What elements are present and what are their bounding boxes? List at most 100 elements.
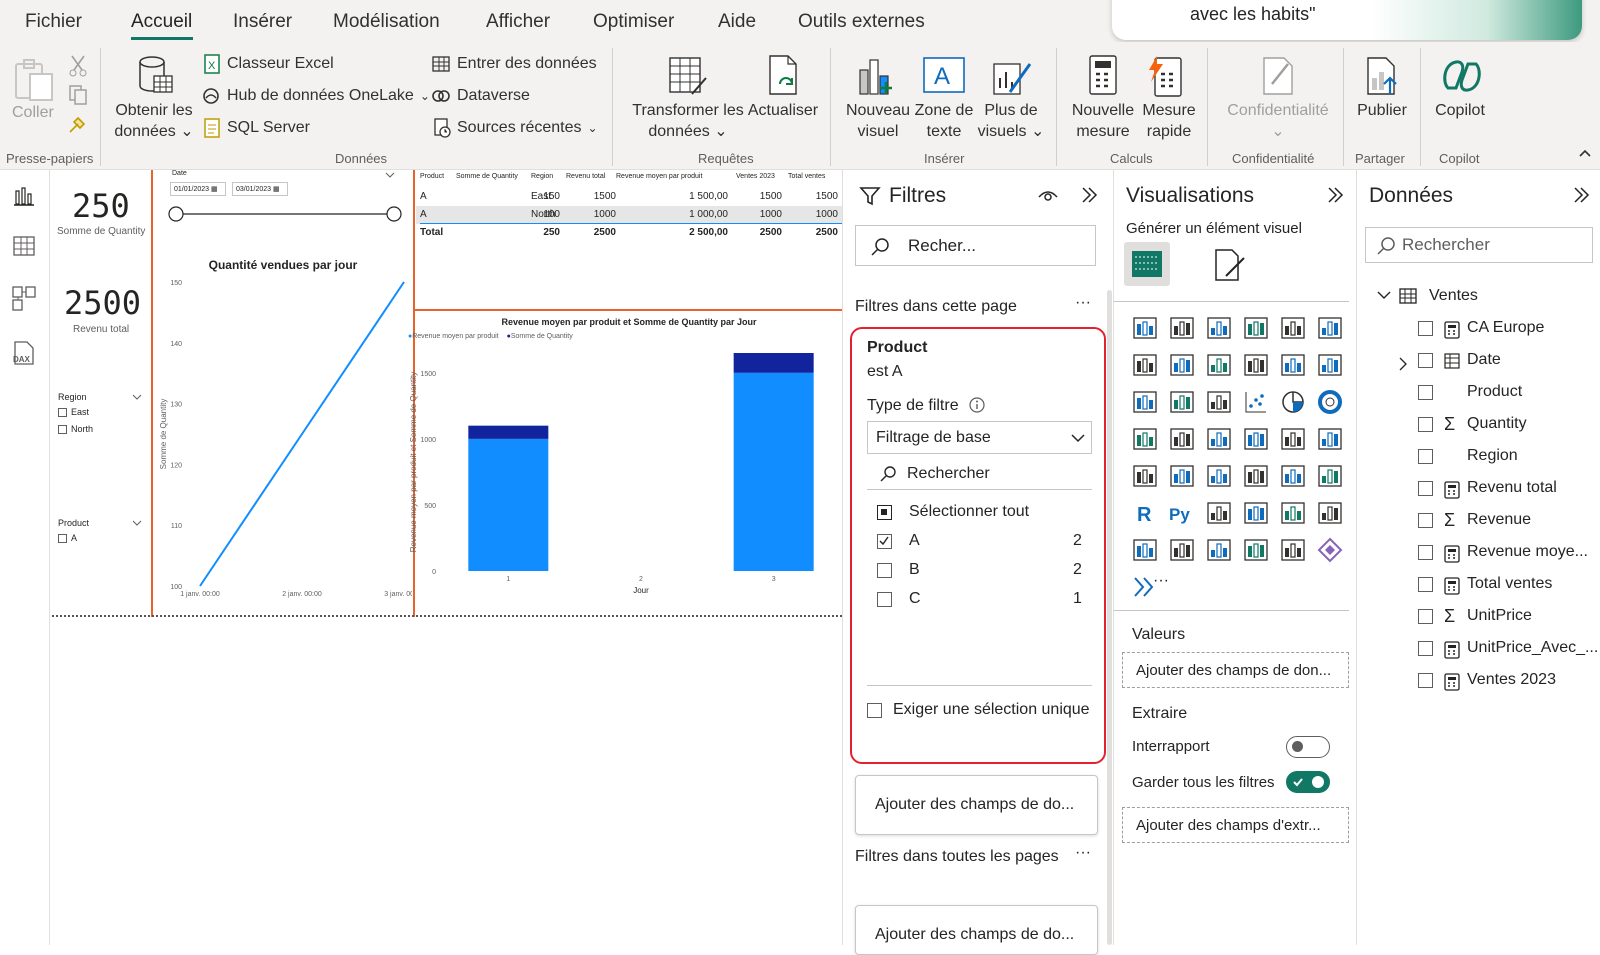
sources-recentes-button[interactable]: Sources récentes⌄ xyxy=(433,118,598,138)
multi-row-card-icon[interactable] xyxy=(1169,463,1195,489)
product-option-a[interactable]: A xyxy=(58,533,77,543)
publier-button[interactable]: Publier xyxy=(1352,100,1412,121)
paginated-report-icon[interactable] xyxy=(1317,500,1343,526)
obtenir-donnees-button[interactable]: Obtenir lesdonnées ⌄ xyxy=(114,100,194,142)
menu-modelisation[interactable]: Modélisation xyxy=(333,11,440,33)
chevron-right-icon[interactable] xyxy=(1398,357,1408,371)
field-checkbox[interactable] xyxy=(1418,641,1433,656)
confidentialite-button[interactable]: Confidentialité⌄ xyxy=(1222,100,1334,142)
filled-map-icon[interactable] xyxy=(1206,426,1232,452)
azure-ml-icon[interactable] xyxy=(1280,537,1306,563)
cut-icon[interactable] xyxy=(68,54,88,78)
field-row[interactable]: ΣQuantity xyxy=(1357,411,1600,443)
eye-icon[interactable] xyxy=(1037,187,1059,203)
collapse-viz-icon[interactable] xyxy=(1325,185,1345,205)
field-checkbox[interactable] xyxy=(1418,673,1433,688)
python-visual-icon[interactable]: Py xyxy=(1169,500,1195,526)
date-to-input[interactable]: 03/01/2023 ▦ xyxy=(232,182,288,196)
menu-accueil[interactable]: Accueil xyxy=(131,11,192,33)
info-icon[interactable] xyxy=(968,396,986,414)
filter-option-c[interactable]: C 1 xyxy=(867,588,1092,614)
power-automate-icon[interactable] xyxy=(1243,537,1269,563)
add-page-fields-well[interactable]: Ajouter des champs de do... xyxy=(855,775,1098,835)
diamond-icon[interactable] xyxy=(1317,537,1343,563)
field-row[interactable]: ΣUnitPrice xyxy=(1357,603,1600,635)
model-view-icon[interactable] xyxy=(11,285,37,311)
qa-icon[interactable] xyxy=(1280,500,1306,526)
add-extract-well[interactable]: Ajouter des champs d'extr... xyxy=(1122,807,1349,843)
filters-scrollbar[interactable] xyxy=(1107,290,1112,945)
field-row[interactable]: Total ventes xyxy=(1357,571,1600,603)
stacked-area-icon[interactable] xyxy=(1206,352,1232,378)
slicer-icon[interactable] xyxy=(1243,463,1269,489)
table-header[interactable]: ProductSomme de QuantityRegionRevenu tot… xyxy=(416,170,842,188)
field-row[interactable]: Revenue moye... xyxy=(1357,539,1600,571)
dataverse-button[interactable]: Dataverse xyxy=(431,86,530,106)
filters-page-more-icon[interactable]: ··· xyxy=(1075,294,1091,312)
nouvelle-mesure-button[interactable]: Nouvellemesure xyxy=(1070,100,1136,142)
field-checkbox[interactable] xyxy=(1418,577,1433,592)
gauge-icon[interactable] xyxy=(1317,426,1343,452)
menu-optimiser[interactable]: Optimiser xyxy=(593,11,674,33)
treemap-icon[interactable] xyxy=(1132,426,1158,452)
line-chart-icon[interactable] xyxy=(1132,352,1158,378)
field-row[interactable]: Ventes 2023 xyxy=(1357,667,1600,699)
actualiser-button[interactable]: Actualiser xyxy=(746,100,820,121)
collapse-filters-icon[interactable] xyxy=(1079,185,1099,205)
r-visual-icon[interactable]: R xyxy=(1132,500,1158,526)
matrix-icon[interactable] xyxy=(1317,463,1343,489)
menu-inserer[interactable]: Insérer xyxy=(233,11,292,33)
format-painter-icon[interactable] xyxy=(66,114,88,136)
table-icon[interactable] xyxy=(1280,463,1306,489)
stacked-column-icon[interactable] xyxy=(1169,315,1195,341)
sql-server-button[interactable]: SQL Server xyxy=(203,118,310,138)
clustered-bar-icon[interactable] xyxy=(1206,315,1232,341)
entrer-donnees-button[interactable]: Entrer des données xyxy=(431,54,597,74)
more-visuals-ellipsis[interactable]: ··· xyxy=(1153,572,1169,590)
collapse-ribbon-icon[interactable] xyxy=(1578,148,1592,158)
field-row[interactable]: UnitPrice_Avec_... xyxy=(1357,635,1600,667)
waterfall-icon[interactable] xyxy=(1169,389,1195,415)
100-column-icon[interactable] xyxy=(1317,315,1343,341)
filters-all-more-icon[interactable]: ··· xyxy=(1075,844,1091,862)
ribbon-chart-icon[interactable] xyxy=(1132,389,1158,415)
card-icon[interactable] xyxy=(1132,463,1158,489)
classeur-excel-button[interactable]: X Classeur Excel xyxy=(203,54,334,74)
azure-map-icon[interactable] xyxy=(1280,426,1306,452)
decomposition-tree-icon[interactable] xyxy=(1243,500,1269,526)
copilot-button[interactable]: Copilot xyxy=(1428,100,1492,121)
clustered-column-icon[interactable] xyxy=(1243,315,1269,341)
field-checkbox[interactable] xyxy=(1418,417,1433,432)
key-influencers-icon[interactable] xyxy=(1206,500,1232,526)
hub-onelake-button[interactable]: Hub de données OneLake⌄ xyxy=(201,86,430,106)
table-total-row[interactable]: Total25025002 500,0025002500 xyxy=(416,224,842,242)
filter-search-input[interactable]: Rechercher xyxy=(867,459,1092,490)
add-all-pages-fields-well[interactable]: Ajouter des champs de do... xyxy=(855,905,1098,955)
transformer-donnees-button[interactable]: Transformer lesdonnées ⌄ xyxy=(632,100,744,142)
select-all-option[interactable]: Sélectionner tout xyxy=(867,501,1092,527)
line-column-icon[interactable] xyxy=(1280,352,1306,378)
menu-aide[interactable]: Aide xyxy=(718,11,756,33)
field-checkbox[interactable] xyxy=(1418,513,1433,528)
field-checkbox[interactable] xyxy=(1418,353,1433,368)
menu-afficher[interactable]: Afficher xyxy=(486,11,550,33)
field-row[interactable]: Revenu total xyxy=(1357,475,1600,507)
collapse-data-icon[interactable] xyxy=(1571,185,1591,205)
field-row[interactable]: Product xyxy=(1357,379,1600,411)
data-search-input[interactable]: Rechercher xyxy=(1365,227,1593,263)
format-visual-icon[interactable] xyxy=(1212,248,1248,282)
line-clustered-icon[interactable] xyxy=(1317,352,1343,378)
date-from-input[interactable]: 01/01/2023 ▦ xyxy=(170,182,226,196)
ribbon-area-icon[interactable] xyxy=(1243,352,1269,378)
menu-outils-externes[interactable]: Outils externes xyxy=(798,11,925,33)
notification-toast[interactable]: avec les habits" xyxy=(1112,0,1582,40)
field-checkbox[interactable] xyxy=(1418,385,1433,400)
report-builder-icon[interactable] xyxy=(1169,537,1195,563)
stacked-bar-icon[interactable] xyxy=(1132,315,1158,341)
donut-icon[interactable] xyxy=(1317,389,1343,415)
table-visual[interactable]: ProductSomme de QuantityRegionRevenu tot… xyxy=(416,170,842,250)
field-row[interactable]: Region xyxy=(1357,443,1600,475)
map-icon[interactable] xyxy=(1169,426,1195,452)
filters-search-input[interactable]: Recher... xyxy=(855,225,1096,266)
menu-fichier[interactable]: Fichier xyxy=(25,11,82,33)
